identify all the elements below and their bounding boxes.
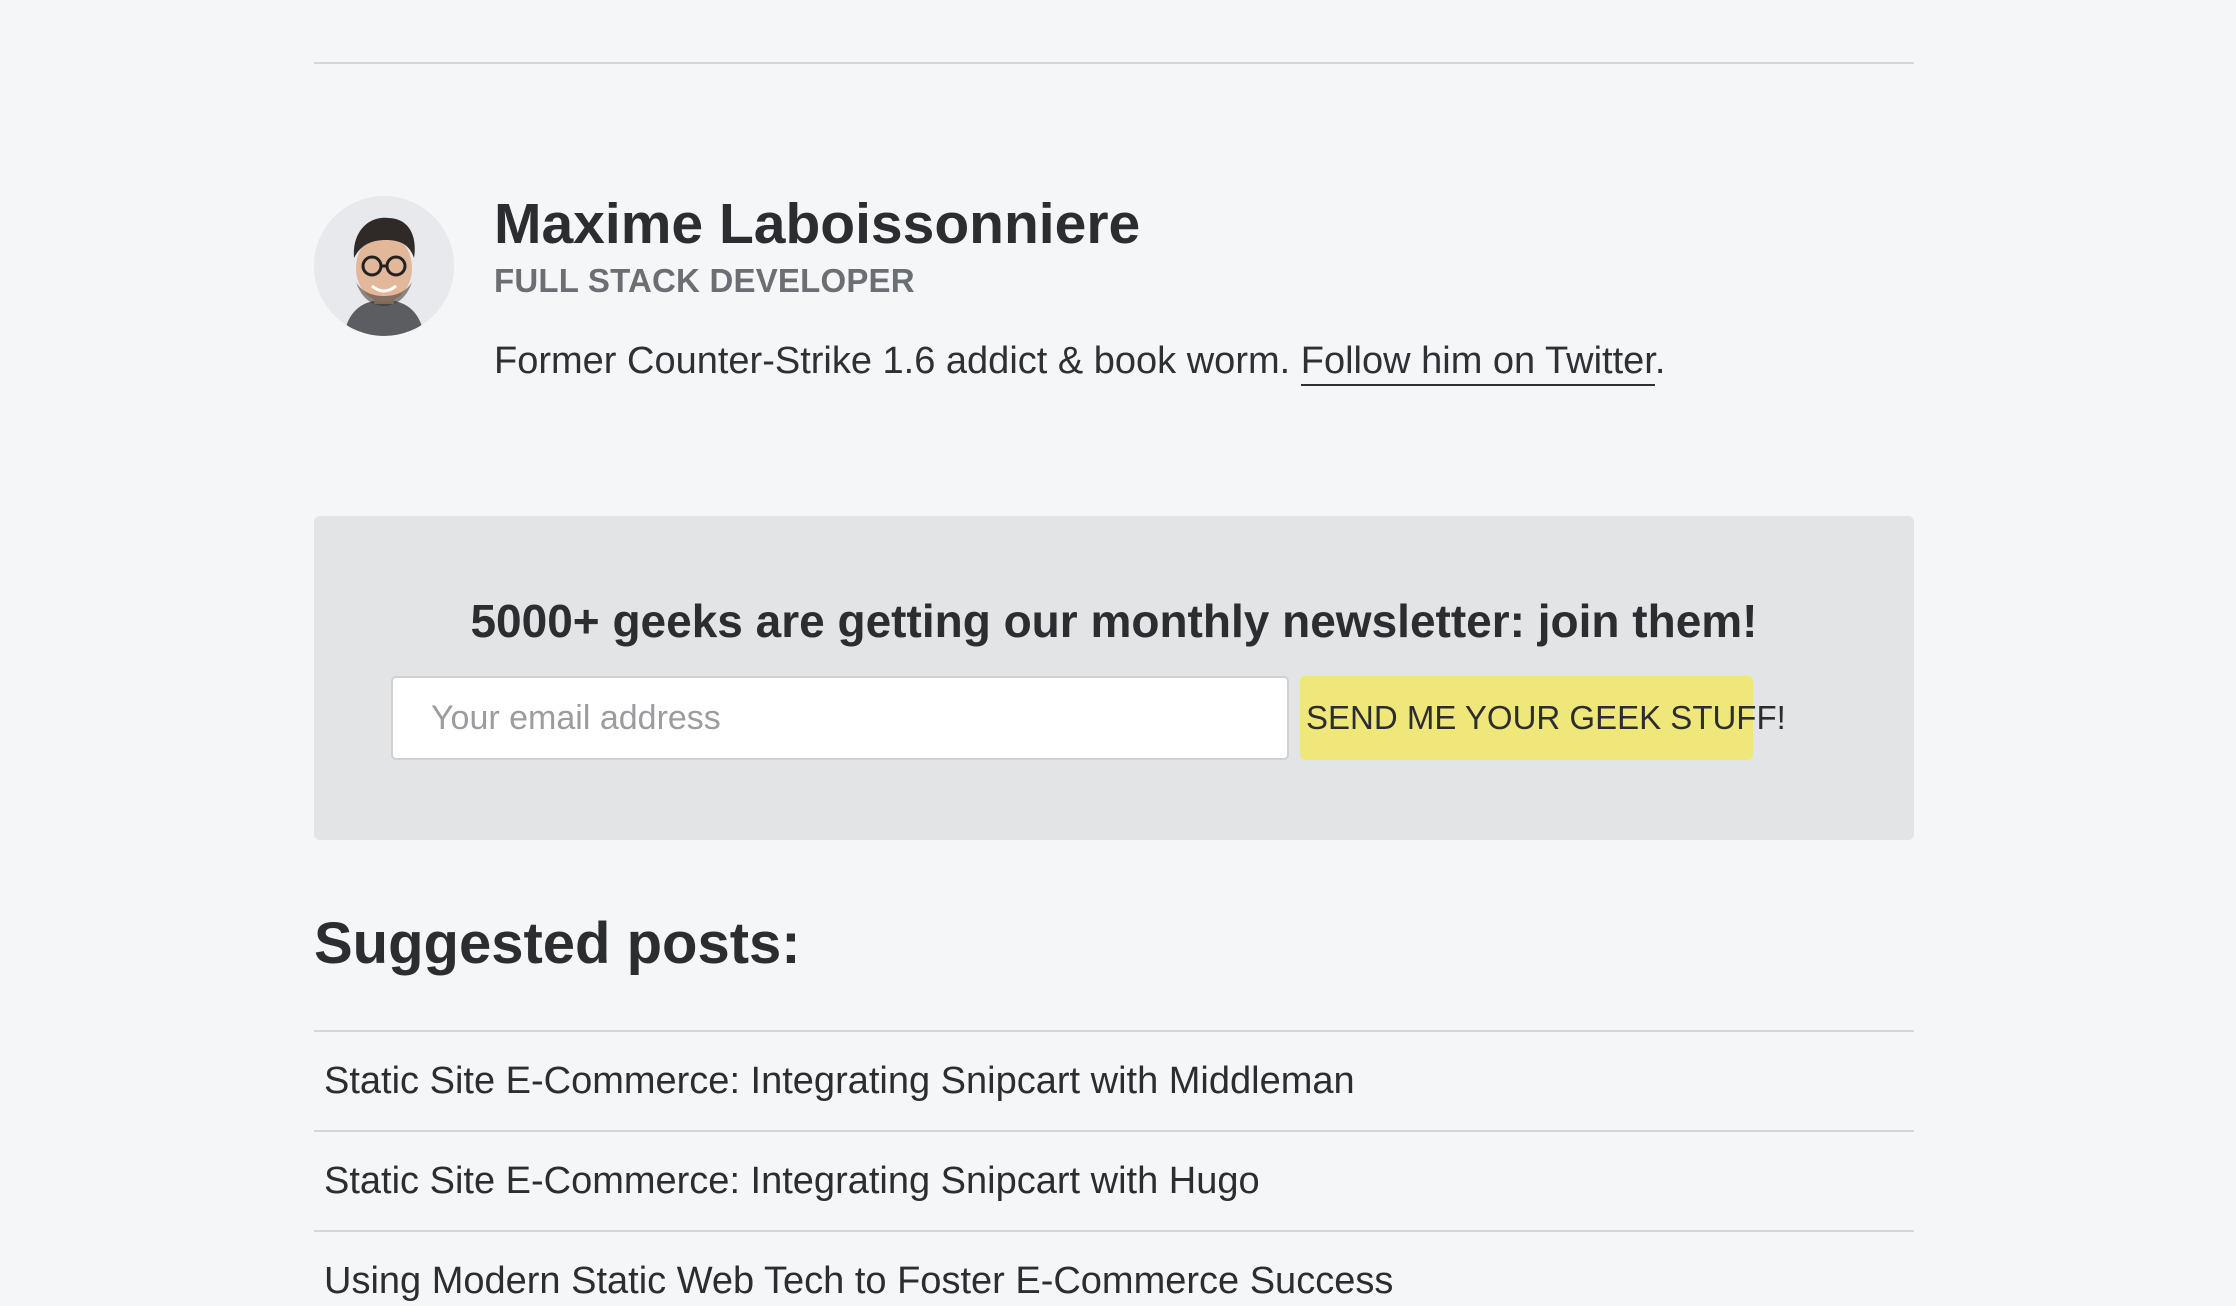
newsletter-signup: 5000+ geeks are getting our monthly news… — [314, 516, 1914, 840]
top-divider — [314, 62, 1914, 64]
author-avatar — [314, 196, 454, 336]
person-icon — [314, 196, 454, 336]
twitter-link[interactable]: Follow him on Twitter — [1300, 340, 1655, 386]
suggested-post-link[interactable]: Static Site E-Commerce: Integrating Snip… — [324, 1060, 1355, 1103]
newsletter-submit-button[interactable]: SEND ME YOUR GEEK STUFF! — [1300, 676, 1786, 760]
suggested-post-link[interactable]: Static Site E-Commerce: Integrating Snip… — [324, 1160, 1260, 1203]
email-input[interactable] — [391, 676, 1289, 760]
suggested-posts-title: Suggested posts: — [314, 911, 801, 976]
suggested-posts-list: Static Site E-Commerce: Integrating Snip… — [314, 1030, 1914, 1306]
newsletter-title: 5000+ geeks are getting our monthly news… — [470, 595, 1758, 647]
author-bio: Former Counter-Strike 1.6 addict & book … — [494, 340, 1666, 386]
list-item: Using Modern Static Web Tech to Foster E… — [314, 1230, 1914, 1306]
author-name: Maxime Laboissonniere — [494, 192, 1141, 256]
list-item: Static Site E-Commerce: Integrating Snip… — [314, 1130, 1914, 1230]
suggested-post-link[interactable]: Using Modern Static Web Tech to Foster E… — [324, 1260, 1393, 1303]
author-card: Maxime Laboissonniere FULL STACK DEVELOP… — [314, 192, 1914, 416]
author-bio-end: . — [1654, 340, 1666, 382]
author-role: FULL STACK DEVELOPER — [494, 262, 915, 299]
list-item: Static Site E-Commerce: Integrating Snip… — [314, 1030, 1914, 1130]
author-bio-text: Former Counter-Strike 1.6 addict & book … — [494, 340, 1301, 382]
